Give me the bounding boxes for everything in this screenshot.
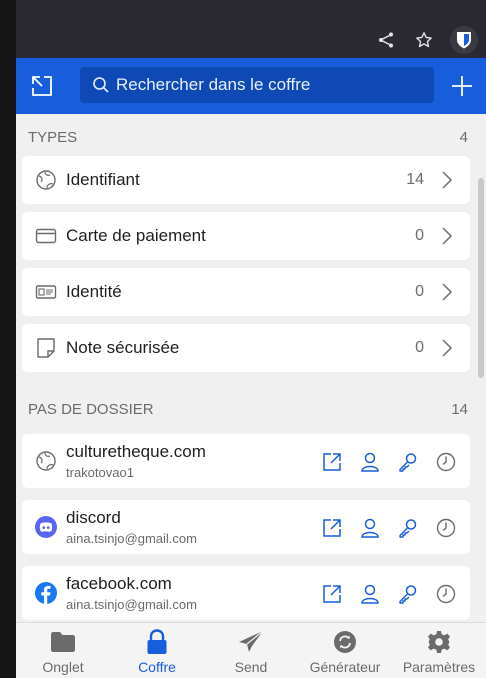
totp-clock-icon[interactable] bbox=[432, 580, 460, 608]
item-username: trakotovao1 bbox=[66, 465, 134, 480]
refresh-icon bbox=[332, 629, 358, 655]
add-item-button[interactable] bbox=[444, 68, 480, 104]
paper-plane-icon bbox=[238, 629, 264, 655]
item-actions bbox=[318, 448, 460, 476]
type-label: Identifiant bbox=[66, 170, 140, 189]
note-icon bbox=[34, 336, 58, 360]
popout-button[interactable] bbox=[24, 68, 60, 104]
globe-icon bbox=[34, 449, 58, 473]
types-title: TYPES bbox=[28, 128, 78, 146]
globe-icon bbox=[34, 168, 58, 192]
launch-icon[interactable] bbox=[318, 448, 346, 476]
item-username: aina.tsinjo@gmail.com bbox=[66, 597, 197, 612]
search-placeholder: Rechercher dans le coffre bbox=[116, 75, 311, 94]
copy-password-key-icon[interactable] bbox=[394, 448, 422, 476]
facebook-icon bbox=[34, 581, 58, 605]
share-icon[interactable] bbox=[374, 28, 398, 52]
item-username: aina.tsinjo@gmail.com bbox=[66, 531, 197, 546]
nav-label: Onglet bbox=[42, 659, 84, 675]
type-label: Identité bbox=[66, 282, 122, 301]
launch-icon[interactable] bbox=[318, 514, 346, 542]
list-item[interactable]: culturetheque.com trakotovao1 bbox=[22, 434, 470, 488]
item-actions bbox=[318, 580, 460, 608]
browser-toolbar bbox=[0, 0, 486, 678]
bitwarden-extension-icon[interactable] bbox=[450, 26, 478, 54]
totp-clock-icon[interactable] bbox=[432, 514, 460, 542]
chevron-right-icon bbox=[438, 336, 456, 360]
folder-title: PAS DE DOSSIER bbox=[28, 400, 154, 418]
launch-icon[interactable] bbox=[318, 580, 346, 608]
credit-card-icon bbox=[34, 224, 58, 248]
page-background-strip bbox=[0, 0, 16, 678]
bookmark-star-icon[interactable] bbox=[412, 28, 436, 52]
tab-parametres[interactable]: Paramètres bbox=[392, 623, 486, 678]
item-name: discord bbox=[66, 508, 121, 527]
popout-icon bbox=[32, 76, 52, 96]
tab-coffre[interactable]: Coffre bbox=[110, 623, 204, 678]
item-name: culturetheque.com bbox=[66, 442, 206, 461]
nav-label: Générateur bbox=[309, 659, 381, 675]
type-label: Note sécurisée bbox=[66, 338, 180, 357]
type-label: Carte de paiement bbox=[66, 226, 206, 245]
nav-label: Coffre bbox=[138, 659, 176, 675]
scrollbar[interactable] bbox=[478, 178, 484, 378]
folder-section-header: PAS DE DOSSIER 14 bbox=[28, 394, 468, 424]
types-count: 4 bbox=[459, 128, 468, 146]
nav-label: Send bbox=[234, 659, 268, 675]
id-card-icon bbox=[34, 280, 58, 304]
chevron-right-icon bbox=[438, 280, 456, 304]
tab-onglet[interactable]: Onglet bbox=[16, 623, 110, 678]
copy-password-key-icon[interactable] bbox=[394, 514, 422, 542]
browser-toolbar-icons bbox=[374, 26, 478, 54]
list-item[interactable]: facebook.com aina.tsinjo@gmail.com bbox=[22, 566, 470, 620]
nav-label: Paramètres bbox=[402, 659, 476, 675]
copy-username-icon[interactable] bbox=[356, 514, 384, 542]
popup-header: Rechercher dans le coffre bbox=[16, 58, 486, 114]
bottom-nav: Onglet Coffre Send Générateur Paramètres bbox=[16, 622, 486, 678]
copy-password-key-icon[interactable] bbox=[394, 580, 422, 608]
type-count: 0 bbox=[415, 283, 424, 300]
gear-icon bbox=[426, 629, 452, 655]
copy-username-icon[interactable] bbox=[356, 448, 384, 476]
type-count: 0 bbox=[415, 227, 424, 244]
item-actions bbox=[318, 514, 460, 542]
tab-generateur[interactable]: Générateur bbox=[298, 623, 392, 678]
folder-count: 14 bbox=[451, 400, 468, 418]
tab-send[interactable]: Send bbox=[204, 623, 298, 678]
types-section-header: TYPES 4 bbox=[28, 122, 468, 152]
type-secure-note[interactable]: Note sécurisée 0 bbox=[22, 324, 470, 372]
search-input[interactable]: Rechercher dans le coffre bbox=[80, 67, 434, 103]
copy-username-icon[interactable] bbox=[356, 580, 384, 608]
folder-icon bbox=[50, 629, 76, 655]
list-item[interactable]: discord aina.tsinjo@gmail.com bbox=[22, 500, 470, 554]
type-count: 0 bbox=[415, 339, 424, 356]
discord-icon bbox=[34, 515, 58, 539]
search-icon bbox=[93, 77, 109, 93]
type-card[interactable]: Carte de paiement 0 bbox=[22, 212, 470, 260]
chevron-right-icon bbox=[438, 224, 456, 248]
bitwarden-popup: Rechercher dans le coffre TYPES 4 Identi… bbox=[16, 58, 486, 678]
type-count: 14 bbox=[406, 171, 424, 188]
vault-content[interactable]: TYPES 4 Identifiant 14 Carte de paiement… bbox=[16, 114, 486, 622]
type-identity[interactable]: Identité 0 bbox=[22, 268, 470, 316]
type-login[interactable]: Identifiant 14 bbox=[22, 156, 470, 204]
plus-icon bbox=[452, 76, 472, 96]
lock-icon bbox=[144, 629, 170, 655]
totp-clock-icon[interactable] bbox=[432, 448, 460, 476]
chevron-right-icon bbox=[438, 168, 456, 192]
item-name: facebook.com bbox=[66, 574, 172, 593]
